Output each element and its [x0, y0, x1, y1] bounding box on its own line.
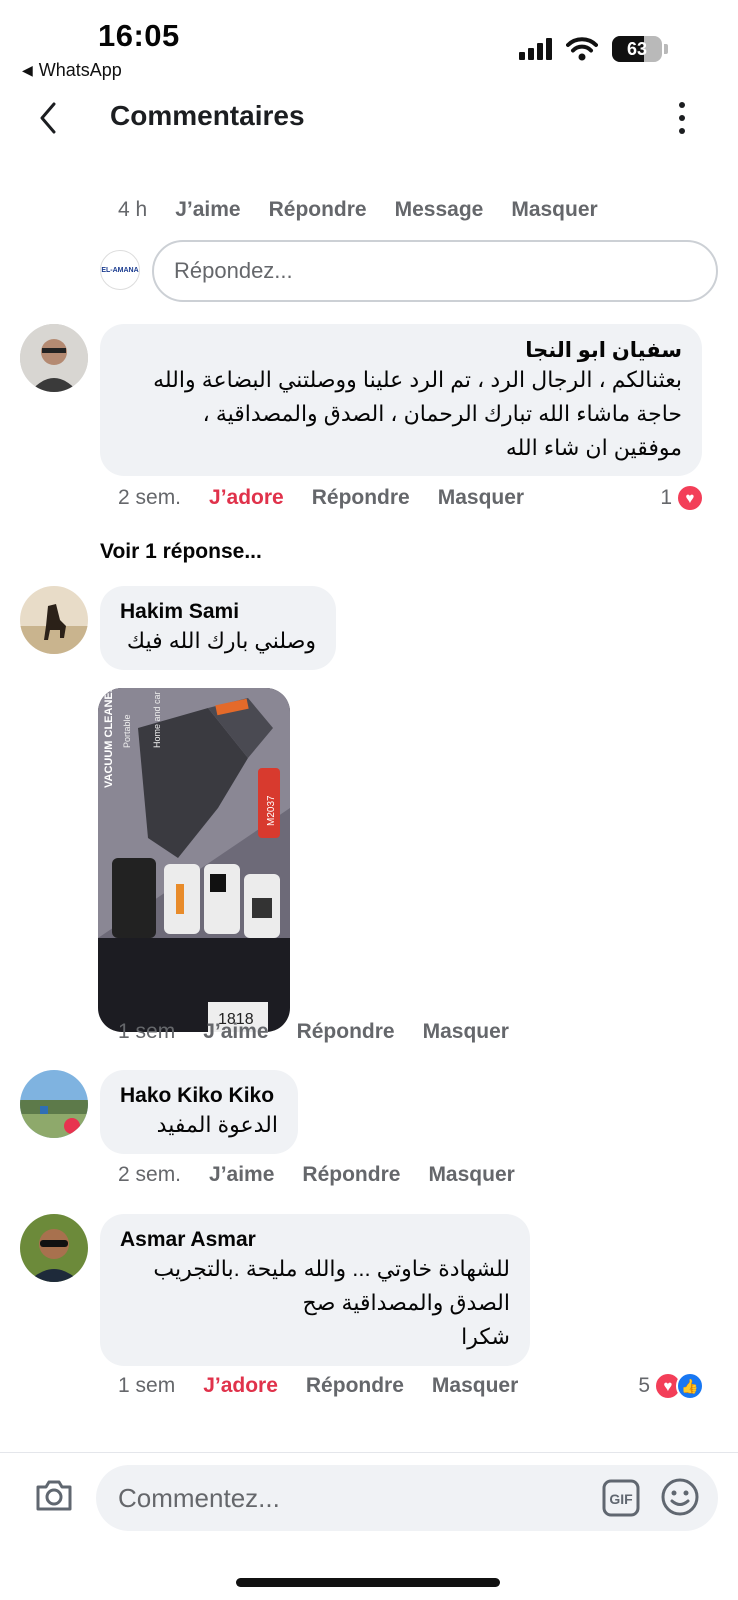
- comment-author[interactable]: سفيان ابو النجا: [120, 338, 682, 363]
- battery-icon: 63: [612, 36, 662, 62]
- comment-actions: 1 sem J’adore Répondre Masquer: [118, 1374, 546, 1398]
- more-options-icon[interactable]: [676, 102, 688, 134]
- page-header: Commentaires: [0, 90, 738, 150]
- comment-author[interactable]: Hako Kiko Kiko: [120, 1084, 278, 1108]
- battery-level: 63: [626, 39, 648, 59]
- reaction-summary[interactable]: 1 ♥: [660, 484, 704, 512]
- page-logo-avatar: EL-AMANA: [100, 250, 140, 290]
- home-indicator[interactable]: [236, 1578, 500, 1587]
- comment-time: 4 h: [118, 198, 148, 221]
- reply-button[interactable]: Répondre: [297, 1020, 395, 1044]
- comment-bubble: Hakim Sami وصلني بارك الله فيك: [100, 586, 336, 670]
- comment-actions: 1 sem J’aime Répondre Masquer: [118, 1020, 537, 1044]
- comment-actions: 2 sem. J’aime Répondre Masquer: [118, 1163, 543, 1187]
- comment-actions: 2 sem. J’adore Répondre Masquer: [118, 486, 552, 510]
- camera-icon[interactable]: [34, 1477, 74, 1513]
- reply-button[interactable]: Répondre: [269, 198, 367, 222]
- back-to-app-link[interactable]: ◀ WhatsApp: [22, 60, 122, 81]
- comment-text-line: للشهادة خاوتي ... والله مليحة .بالتجريب: [153, 1256, 510, 1281]
- comment-text-line: موفقين ان شاء الله: [505, 435, 682, 460]
- comment-bubble: Asmar Asmar للشهادة خاوتي ... والله مليح…: [100, 1214, 530, 1366]
- comment-text-line: شكرا: [461, 1324, 510, 1349]
- photo-portable-label: Portable: [122, 714, 132, 748]
- comment-time: 2 sem.: [118, 486, 182, 509]
- comment-photo[interactable]: M2037 VACUUM CLEANER Portable Home and c…: [98, 688, 290, 1032]
- status-time: 16:05: [98, 18, 180, 53]
- comment-text-line: بعثنالكم ، الرجال الرد ، تم الرد علينا و…: [153, 367, 682, 392]
- avatar[interactable]: [20, 1214, 88, 1282]
- love-button[interactable]: J’adore: [203, 1374, 278, 1398]
- wifi-icon: [566, 37, 598, 61]
- comment-bubble: Hako Kiko Kiko الدعوة المفيد: [100, 1070, 298, 1154]
- status-icons: 63: [519, 36, 668, 62]
- back-triangle-icon: ◀: [22, 62, 33, 78]
- comment-time: 2 sem.: [118, 1163, 182, 1186]
- avatar[interactable]: [20, 1070, 88, 1138]
- comment-text-line: وصلني بارك الله فيك: [126, 628, 316, 653]
- heart-icon: ♥: [676, 484, 704, 512]
- photo-brand-label: VACUUM CLEANER: [103, 688, 115, 788]
- hide-button[interactable]: Masquer: [511, 198, 597, 222]
- comment-text-line: الدعوة المفيد: [156, 1112, 278, 1137]
- avatar[interactable]: [20, 324, 88, 392]
- like-button[interactable]: J’aime: [203, 1020, 268, 1044]
- comment-time: 1 sem: [118, 1020, 176, 1043]
- reply-button[interactable]: Répondre: [312, 486, 410, 510]
- status-bar: 16:05 ◀ WhatsApp 63: [0, 0, 738, 90]
- comment-text-line: حاجة ماشاء الله تبارك الرحمان ، الصدق وا…: [202, 401, 682, 426]
- cellular-signal-icon: [519, 38, 552, 60]
- photo-home-label: Home and car: [152, 691, 162, 748]
- reaction-summary[interactable]: 5 ♥ 👍: [638, 1372, 704, 1400]
- see-replies-link[interactable]: Voir 1 réponse...: [100, 540, 262, 564]
- reply-button[interactable]: Répondre: [306, 1374, 404, 1398]
- like-button[interactable]: J’aime: [175, 198, 240, 222]
- back-arrow-icon[interactable]: [34, 98, 64, 138]
- reply-button[interactable]: Répondre: [302, 1163, 400, 1187]
- comment-time: 1 sem: [118, 1374, 176, 1397]
- message-button[interactable]: Message: [395, 198, 484, 222]
- gif-icon[interactable]: GIF: [602, 1479, 640, 1517]
- photo-model-label: M2037: [266, 795, 277, 826]
- comment-actions-top: 4 h J’aime Répondre Message Masquer: [118, 198, 626, 222]
- comment-bubble: سفيان ابو النجا بعثنالكم ، الرجال الرد ،…: [100, 324, 702, 476]
- hide-button[interactable]: Masquer: [423, 1020, 509, 1044]
- reply-input[interactable]: Répondez...: [152, 240, 718, 302]
- hide-button[interactable]: Masquer: [428, 1163, 514, 1187]
- like-button[interactable]: J’aime: [209, 1163, 274, 1187]
- avatar[interactable]: [20, 586, 88, 654]
- emoji-icon[interactable]: [660, 1477, 700, 1517]
- comment-author[interactable]: Asmar Asmar: [120, 1228, 510, 1252]
- reaction-count: 1: [660, 486, 672, 509]
- gif-label: GIF: [609, 1491, 633, 1507]
- page-title: Commentaires: [110, 100, 305, 131]
- back-app-label: WhatsApp: [38, 60, 122, 80]
- hide-button[interactable]: Masquer: [432, 1374, 518, 1398]
- reaction-count: 5: [638, 1374, 650, 1397]
- hide-button[interactable]: Masquer: [438, 486, 524, 510]
- comment-text-line: الصدق والمصداقية صح: [302, 1290, 510, 1315]
- comment-author[interactable]: Hakim Sami: [120, 600, 316, 624]
- thumbs-up-icon: 👍: [676, 1372, 704, 1400]
- love-button[interactable]: J’adore: [209, 486, 284, 510]
- reply-box: EL-AMANA Répondez...: [100, 240, 718, 302]
